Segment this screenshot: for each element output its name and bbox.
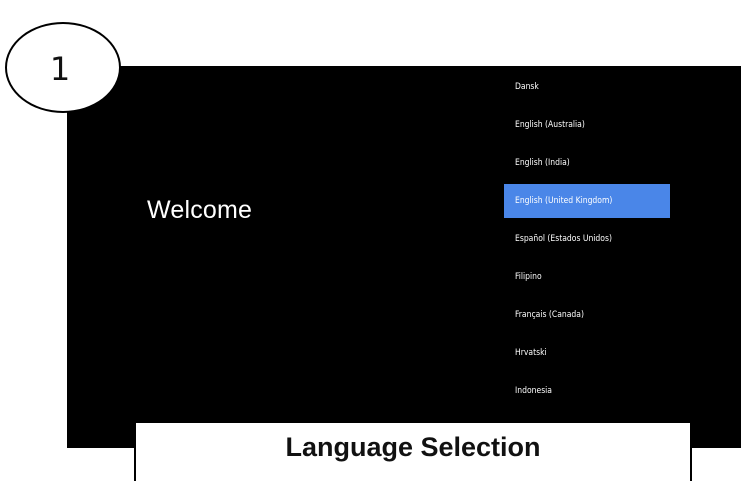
language-option-hrvatski[interactable]: Hrvatski	[504, 336, 670, 370]
caption-box: Language Selection	[134, 421, 692, 481]
language-option-francais-canada[interactable]: Français (Canada)	[504, 298, 670, 332]
language-option-english-australia[interactable]: English (Australia)	[504, 108, 670, 142]
language-option-english-india[interactable]: English (India)	[504, 146, 670, 180]
language-list: Dansk English (Australia) English (India…	[504, 70, 670, 412]
language-option-filipino[interactable]: Filipino	[504, 260, 670, 294]
language-option-english-uk-selected[interactable]: English (United Kingdom)	[504, 184, 670, 218]
step-number: 1	[49, 49, 71, 88]
caption-title: Language Selection	[285, 432, 541, 462]
language-option-espanol-us[interactable]: Español (Estados Unidos)	[504, 222, 670, 256]
language-option-dansk[interactable]: Dansk	[504, 70, 670, 104]
welcome-heading: Welcome	[147, 196, 253, 224]
step-number-badge: 1	[5, 22, 121, 113]
language-option-indonesia[interactable]: Indonesia	[504, 374, 670, 408]
